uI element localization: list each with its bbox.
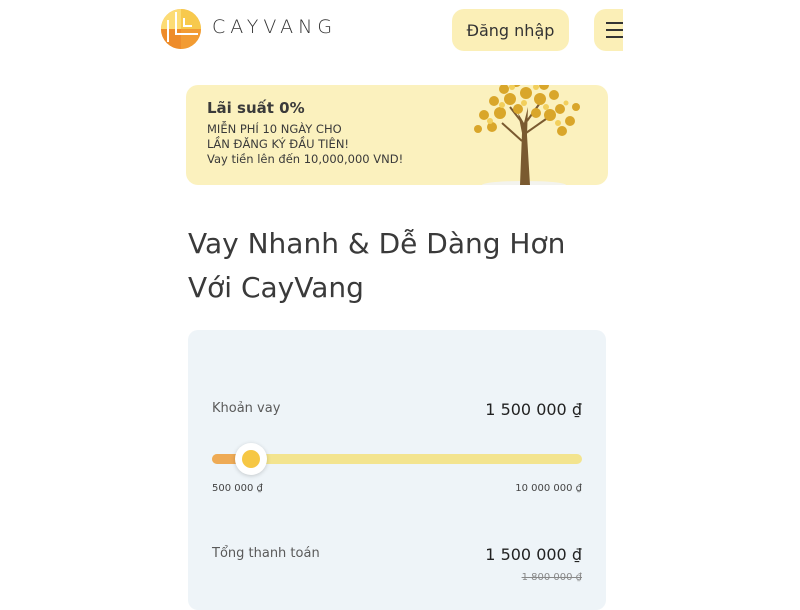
page-title-line-1: Vay Nhanh & Dễ Dàng Hơn <box>188 227 566 260</box>
page-title: Vay Nhanh & Dễ Dàng Hơn Với CayVang <box>188 222 618 310</box>
slider-min-label: 500 000 ₫ <box>212 483 263 494</box>
promo-banner[interactable]: Lãi suất 0% MIỄN PHÍ 10 NGÀY CHO LẦN ĐĂN… <box>186 85 608 185</box>
banner-line-3: Vay tiền lên đến 10,000,000 VND! <box>207 152 404 166</box>
loan-amount-value: 1 500 000 ₫ <box>485 400 582 419</box>
total-payment-value: 1 500 000 ₫ <box>485 545 582 564</box>
slider-max-label: 10 000 000 ₫ <box>515 483 582 494</box>
money-tree-illustration <box>474 85 580 185</box>
banner-line-2: LẦN ĐĂNG KÝ ĐẦU TIÊN! <box>207 137 350 151</box>
slider-thumb[interactable] <box>235 443 267 475</box>
logo-icon[interactable] <box>160 8 202 50</box>
viewport-edge <box>623 0 800 589</box>
loan-amount-slider[interactable] <box>212 443 582 475</box>
login-button[interactable]: Đăng nhập <box>452 9 569 51</box>
loan-amount-label: Khoản vay <box>212 401 281 416</box>
total-payment-label: Tổng thanh toán <box>212 546 320 561</box>
banner-line-1: MIỄN PHÍ 10 NGÀY CHO <box>207 122 342 136</box>
page-title-line-2: Với CayVang <box>188 271 364 304</box>
total-payment-old-value: 1 800 000 ₫ <box>521 572 582 583</box>
loan-calculator: Khoản vay 1 500 000 ₫ 500 000 ₫ 10 000 0… <box>188 330 606 610</box>
banner-title: Lãi suất 0% <box>207 99 305 117</box>
brand-name: CAYVANG <box>212 16 338 38</box>
